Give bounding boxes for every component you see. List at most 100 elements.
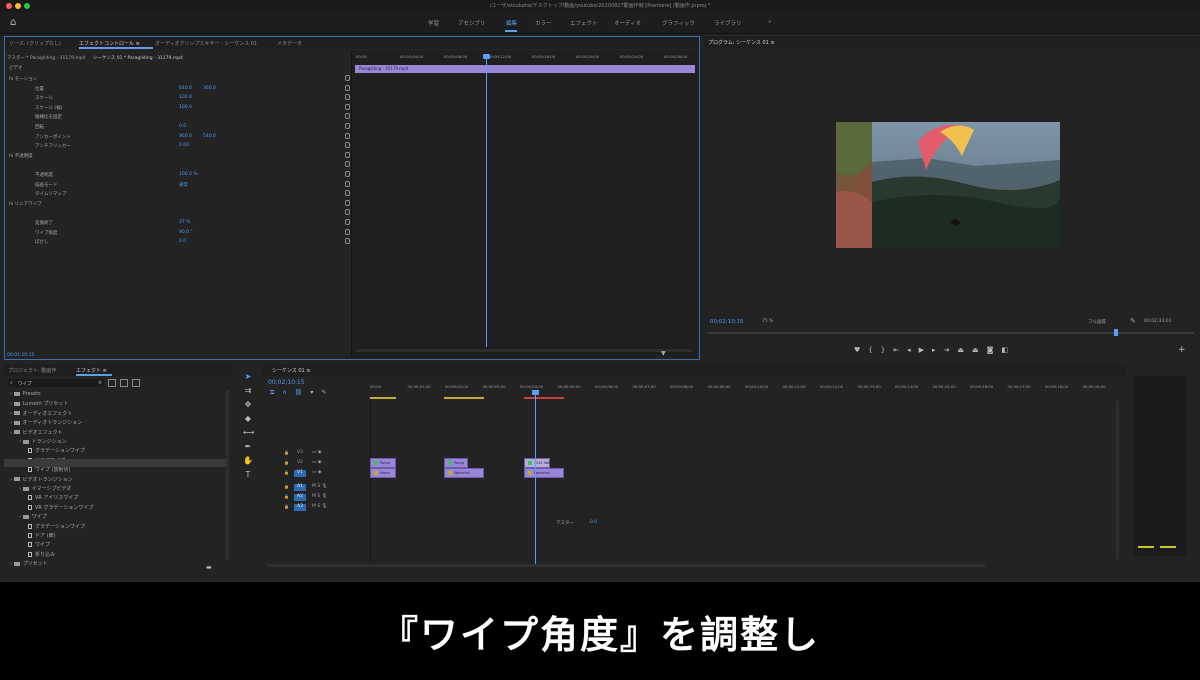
- tab-audio-clip-mixer[interactable]: オーディオクリップミキサー : シーケンス 01: [155, 40, 257, 47]
- effects-folder[interactable]: › ワイプ: [19, 513, 47, 520]
- effect-property-value[interactable]: 37 %: [179, 220, 190, 225]
- reset-parameter-icon[interactable]: [345, 161, 350, 168]
- clip-v1-2[interactable]: Waterfall: [444, 468, 484, 478]
- extract-icon[interactable]: ⏏: [972, 346, 987, 354]
- effects-folder[interactable]: › Presets: [10, 391, 41, 397]
- track-mute-solo-icon[interactable]: M S 🎙: [312, 484, 327, 489]
- lock-icon[interactable]: 🔒: [284, 484, 289, 489]
- effects-folder[interactable]: › オーディオエフェクト: [10, 410, 72, 417]
- effect-property-value-y[interactable]: 360.0: [203, 86, 216, 91]
- effect-property-row[interactable]: タイムリマップ: [5, 189, 354, 198]
- lock-icon[interactable]: 🔒: [284, 450, 289, 455]
- go-to-in-icon[interactable]: ⇤: [893, 346, 907, 354]
- effects-folder[interactable]: › ビデオエフェクト: [10, 429, 63, 436]
- effect-property-row[interactable]: [5, 160, 354, 169]
- add-marker-icon[interactable]: ♥: [854, 346, 868, 354]
- program-zoom-select[interactable]: 75 %: [762, 319, 773, 324]
- step-forward-icon[interactable]: ▸: [932, 346, 944, 354]
- workspace-learning[interactable]: 学習: [428, 19, 439, 27]
- track-header[interactable]: 🔒 A2 M S 🎙: [266, 492, 369, 502]
- effect-playhead-handle[interactable]: [483, 54, 490, 59]
- reset-parameter-icon[interactable]: [345, 113, 350, 120]
- effect-property-row[interactable]: fx モーション: [5, 74, 354, 83]
- effects-item[interactable]: VR アイリスワイプ: [28, 494, 78, 501]
- reset-parameter-icon[interactable]: [345, 219, 350, 225]
- reset-parameter-icon[interactable]: [345, 75, 350, 81]
- tab-project[interactable]: プロジェクト: 動画作: [8, 367, 56, 374]
- reset-parameter-icon[interactable]: [345, 171, 350, 177]
- effect-property-row[interactable]: アンチフリッカー 0.00: [5, 141, 354, 150]
- reset-parameter-icon[interactable]: [345, 209, 350, 216]
- effects-scrollbar[interactable]: [226, 390, 229, 560]
- effect-property-row[interactable]: 縦横比を固定: [5, 112, 354, 121]
- clip-v1-1[interactable]: Mana: [370, 468, 396, 478]
- track-mute-solo-icon[interactable]: M S 🎙: [312, 504, 327, 509]
- master-track-value[interactable]: 0.0: [590, 520, 597, 525]
- effect-property-value[interactable]: 0.00: [179, 143, 189, 148]
- effect-property-row[interactable]: 回転 0.0: [5, 122, 354, 131]
- effects-item[interactable]: グラデーションワイプ: [28, 523, 85, 530]
- track-name[interactable]: A2: [294, 494, 306, 501]
- effect-property-row[interactable]: 変換終了 37 %: [5, 218, 354, 227]
- lock-icon[interactable]: 🔒: [284, 460, 289, 465]
- go-to-out-icon[interactable]: ⇥: [944, 346, 958, 354]
- program-monitor-title[interactable]: プログラム: シーケンス 01 ≡: [708, 39, 775, 46]
- effects-folder[interactable]: › オーディオトランジション: [10, 419, 82, 426]
- home-icon[interactable]: ⌂: [10, 17, 16, 28]
- razor-tool-icon[interactable]: ◆: [243, 414, 253, 424]
- lock-icon[interactable]: 🔒: [284, 504, 289, 509]
- track-visibility-icon[interactable]: ▭ ◉: [312, 460, 322, 465]
- lock-icon[interactable]: 🔒: [284, 494, 289, 499]
- filter-icon[interactable]: ▼: [661, 350, 666, 357]
- reset-parameter-icon[interactable]: [345, 94, 350, 101]
- track-header[interactable]: 🔒 A1 M S 🎙: [266, 482, 369, 492]
- track-mute-solo-icon[interactable]: M S 🎙: [312, 494, 327, 499]
- program-quality-select[interactable]: フル画質: [1088, 319, 1106, 325]
- track-header[interactable]: 🔒 A3 M S 🎙: [266, 502, 369, 512]
- track-visibility-icon[interactable]: ▭ ◉: [312, 470, 322, 475]
- timeline-ruler[interactable]: 00;00 00;00;01;00 00;00;02;00 00;00;03;00 00…: [370, 384, 1114, 392]
- workspace-editing[interactable]: 編集: [506, 19, 517, 27]
- compare-icon[interactable]: ◧: [1001, 346, 1016, 354]
- timeline-playhead[interactable]: [535, 392, 536, 564]
- effect-property-row[interactable]: アンカーポイント 960.0 540.0: [5, 132, 354, 141]
- tab-source[interactable]: ソース: (クリップなし): [9, 40, 61, 47]
- tab-metadata[interactable]: メタデータ: [277, 40, 302, 47]
- reset-parameter-icon[interactable]: [345, 190, 350, 197]
- effect-property-value[interactable]: 0.0: [179, 239, 186, 244]
- effects-item[interactable]: VR グラデーションワイプ: [28, 504, 93, 511]
- effects-item[interactable]: ワイプ (放射状): [28, 466, 71, 473]
- effect-clip-bar[interactable]: Paragliding - 31179.mp4: [355, 65, 695, 73]
- program-playhead[interactable]: [1114, 329, 1118, 336]
- effect-property-value-y[interactable]: 540.0: [203, 134, 216, 139]
- pen-tool-icon[interactable]: ✒: [243, 442, 253, 452]
- workspace-graphics[interactable]: グラフィック: [662, 19, 695, 27]
- effects-item[interactable]: グラデーションワイプ: [28, 447, 85, 454]
- effect-property-value[interactable]: 90.0 °: [179, 230, 193, 235]
- effects-folder[interactable]: › Lumetri プリセット: [10, 400, 68, 407]
- track-name[interactable]: V1: [294, 470, 306, 477]
- track-name[interactable]: V2: [294, 460, 306, 467]
- effect-property-row[interactable]: スケール 100.0: [5, 93, 354, 102]
- timeline-playhead-handle[interactable]: [532, 390, 539, 395]
- export-frame-icon[interactable]: ◙: [987, 346, 1002, 354]
- reset-parameter-icon[interactable]: [345, 132, 350, 139]
- snap-icon[interactable]: ∩: [282, 389, 294, 396]
- timeline-track-area[interactable]: [370, 400, 1114, 562]
- workspace-assembly[interactable]: アセンブリ: [458, 19, 485, 27]
- workspace-more[interactable]: »: [768, 19, 771, 25]
- track-name[interactable]: A1: [294, 484, 306, 491]
- effect-property-value[interactable]: 640.0: [179, 86, 192, 91]
- mark-in-icon[interactable]: {: [868, 346, 880, 354]
- reset-parameter-icon[interactable]: [345, 103, 350, 110]
- effects-search-field[interactable]: ⌕ ワイプ ⊗: [8, 379, 104, 387]
- effect-property-row[interactable]: ぼかし 0.0: [5, 237, 354, 246]
- track-select-tool-icon[interactable]: ⇉: [243, 386, 253, 396]
- timeline-vertical-scrollbar[interactable]: [1116, 400, 1119, 560]
- track-header[interactable]: 🔒 V3 ▭ ◉: [266, 448, 369, 458]
- effects-folder[interactable]: › ビデオトランジション: [10, 476, 73, 483]
- reset-parameter-icon[interactable]: [345, 199, 350, 206]
- workspace-audio[interactable]: オーディオ: [614, 19, 641, 27]
- effect-property-value[interactable]: 960.0: [179, 134, 192, 139]
- effect-controls-timecode[interactable]: 00;01;10;15: [7, 353, 34, 358]
